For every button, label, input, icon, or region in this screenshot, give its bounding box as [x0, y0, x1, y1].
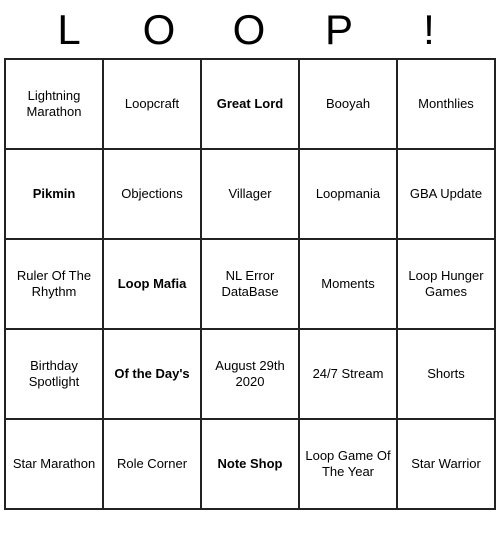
header-letter: ! [385, 6, 475, 54]
cell-r0-c0: Lightning Marathon [5, 59, 103, 149]
cell-r0-c4: Monthlies [397, 59, 495, 149]
cell-r1-c2: Villager [201, 149, 299, 239]
cell-r2-c4: Loop Hunger Games [397, 239, 495, 329]
cell-r2-c0: Ruler Of The Rhythm [5, 239, 103, 329]
cell-r3-c4: Shorts [397, 329, 495, 419]
cell-r4-c3: Loop Game Of The Year [299, 419, 397, 509]
cell-r3-c1: Of the Day's [103, 329, 201, 419]
cell-r0-c2: Great Lord [201, 59, 299, 149]
cell-r2-c1: Loop Mafia [103, 239, 201, 329]
header-letter: O [205, 6, 295, 54]
cell-r4-c4: Star Warrior [397, 419, 495, 509]
cell-r3-c2: August 29th 2020 [201, 329, 299, 419]
cell-r2-c3: Moments [299, 239, 397, 329]
cell-r1-c0: Pikmin [5, 149, 103, 239]
header-letter: L [25, 6, 115, 54]
cell-r4-c0: Star Marathon [5, 419, 103, 509]
cell-r1-c4: GBA Update [397, 149, 495, 239]
bingo-table: Lightning MarathonLoopcraftGreat LordBoo… [4, 58, 496, 510]
cell-r4-c1: Role Corner [103, 419, 201, 509]
cell-r0-c3: Booyah [299, 59, 397, 149]
header-letter: O [115, 6, 205, 54]
cell-r3-c0: Birthday Spotlight [5, 329, 103, 419]
cell-r4-c2: Note Shop [201, 419, 299, 509]
cell-r3-c3: 24/7 Stream [299, 329, 397, 419]
cell-r1-c1: Objections [103, 149, 201, 239]
bingo-header: LOOP! [0, 0, 500, 58]
cell-r0-c1: Loopcraft [103, 59, 201, 149]
cell-r1-c3: Loopmania [299, 149, 397, 239]
header-letter: P [295, 6, 385, 54]
cell-r2-c2: NL Error DataBase [201, 239, 299, 329]
